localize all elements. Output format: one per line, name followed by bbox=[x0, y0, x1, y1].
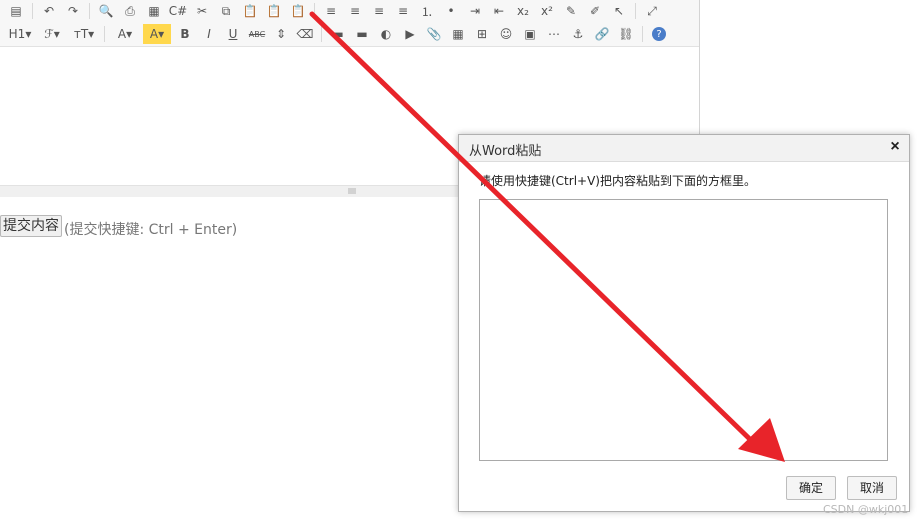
subscript-icon[interactable]: x₂ bbox=[513, 1, 533, 21]
flash-icon[interactable]: ◐ bbox=[376, 24, 396, 44]
page-break-icon[interactable]: ⋯ bbox=[544, 24, 564, 44]
toolbar-row-2: H1▾ ℱ▾ ᴛT▾ A▾ A▾ B I U ABC ⇕ ⌫ ▬ ▬ ◐ ▶ 📎 ▦ ⊞ ☺ ▣ ⋯ ⚓ 🔗 ⛓? bbox=[4, 23, 671, 45]
eraser-icon[interactable]: ⌫ bbox=[295, 24, 315, 44]
italic-icon[interactable]: I bbox=[199, 24, 219, 44]
unlink-icon[interactable]: ⛓ bbox=[616, 24, 636, 44]
watermark: CSDN @wkj001 bbox=[823, 503, 909, 516]
horizontal-rule-icon[interactable]: ▬ bbox=[328, 24, 348, 44]
insert-row-icon[interactable]: ⊞ bbox=[472, 24, 492, 44]
print-icon[interactable]: ⎙ bbox=[120, 1, 140, 21]
superscript-icon[interactable]: x² bbox=[537, 1, 557, 21]
toolbar-separator bbox=[321, 26, 322, 42]
cancel-button[interactable]: 取消 bbox=[847, 476, 897, 500]
select-all-icon[interactable]: ↖ bbox=[609, 1, 629, 21]
redo-icon[interactable]: ↷ bbox=[63, 1, 83, 21]
copy-icon[interactable]: ⧉ bbox=[216, 1, 236, 21]
paste-word-icon[interactable]: 📋 bbox=[288, 1, 308, 21]
toolbar-separator bbox=[104, 26, 105, 42]
table-icon[interactable]: ▦ bbox=[448, 24, 468, 44]
dialog-instruction: 请使用快捷键(Ctrl+V)把内容粘贴到下面的方框里。 bbox=[479, 174, 756, 188]
unordered-list-icon[interactable]: • bbox=[441, 1, 461, 21]
align-right-icon[interactable]: ≡ bbox=[369, 1, 389, 21]
strikethrough-icon[interactable]: ABC bbox=[247, 24, 267, 44]
heading-dropdown[interactable]: H1▾ bbox=[6, 24, 34, 44]
fullscreen-icon[interactable]: ⤢ bbox=[642, 1, 662, 21]
dialog-title-bar[interactable]: 从Word粘贴 × bbox=[459, 135, 909, 162]
anchor-icon[interactable]: ⚓ bbox=[568, 24, 588, 44]
anchor-line-icon[interactable]: ▬ bbox=[352, 24, 372, 44]
underline-icon[interactable]: U bbox=[223, 24, 243, 44]
align-justify-icon[interactable]: ≡ bbox=[393, 1, 413, 21]
emoticon-icon[interactable]: ☺ bbox=[496, 24, 516, 44]
undo-icon[interactable]: ↶ bbox=[39, 1, 59, 21]
ordered-list-icon[interactable]: ⒈ bbox=[417, 1, 437, 21]
submit-shortcut-hint: (提交快捷键: Ctrl + Enter) bbox=[64, 222, 238, 238]
code-icon[interactable]: C# bbox=[168, 1, 188, 21]
image-icon[interactable]: ▣ bbox=[520, 24, 540, 44]
toolbar-separator bbox=[32, 3, 33, 19]
toolbar-separator bbox=[642, 26, 643, 42]
quick-format-icon[interactable]: ✐ bbox=[585, 1, 605, 21]
toolbar-row-1: ▤ ↶ ↷ 🔍 ⎙ ▦ C# ✂ ⧉ 📋 📋 📋 ≡ ≡ ≡ ≡ ⒈ • ⇥ ⇤ x₂ x² ✎ ✐ ↖ ⤢ bbox=[4, 0, 664, 22]
align-center-icon[interactable]: ≡ bbox=[345, 1, 365, 21]
align-left-icon[interactable]: ≡ bbox=[321, 1, 341, 21]
font-color-dropdown[interactable]: A▾ bbox=[111, 24, 139, 44]
toolbar-separator bbox=[89, 3, 90, 19]
paste-plain-icon[interactable]: 📋 bbox=[264, 1, 284, 21]
template-icon[interactable]: ▦ bbox=[144, 1, 164, 21]
confirm-button[interactable]: 确定 bbox=[786, 476, 836, 500]
attachment-icon[interactable]: 📎 bbox=[424, 24, 444, 44]
font-size-dropdown[interactable]: ᴛT▾ bbox=[70, 24, 98, 44]
paste-icon[interactable]: 📋 bbox=[240, 1, 260, 21]
link-icon[interactable]: 🔗 bbox=[592, 24, 612, 44]
toolbar-separator bbox=[314, 3, 315, 19]
preview-icon[interactable]: 🔍 bbox=[96, 1, 116, 21]
resize-grip-icon bbox=[348, 188, 356, 194]
indent-icon[interactable]: ⇥ bbox=[465, 1, 485, 21]
outdent-icon[interactable]: ⇤ bbox=[489, 1, 509, 21]
editor-toolbar: ▤ ↶ ↷ 🔍 ⎙ ▦ C# ✂ ⧉ 📋 📋 📋 ≡ ≡ ≡ ≡ ⒈ • ⇥ ⇤ x₂ x² ✎ ✐ ↖ ⤢ H1▾ ℱ▾ ᴛT▾ A▾… bbox=[0, 0, 699, 47]
bold-icon[interactable]: B bbox=[175, 24, 195, 44]
clear-format-icon[interactable]: ✎ bbox=[561, 1, 581, 21]
cut-icon[interactable]: ✂ bbox=[192, 1, 212, 21]
font-family-dropdown[interactable]: ℱ▾ bbox=[38, 24, 66, 44]
line-height-icon[interactable]: ⇕ bbox=[271, 24, 291, 44]
help-icon[interactable]: ? bbox=[652, 27, 666, 41]
media-icon[interactable]: ▶ bbox=[400, 24, 420, 44]
close-icon[interactable]: × bbox=[887, 139, 903, 155]
toolbar-separator bbox=[635, 3, 636, 19]
submit-content-button[interactable]: 提交内容 bbox=[0, 215, 62, 237]
paste-target-area[interactable] bbox=[479, 199, 888, 461]
dialog-title: 从Word粘贴 bbox=[469, 144, 542, 159]
paste-from-word-dialog: 从Word粘贴 × 请使用快捷键(Ctrl+V)把内容粘贴到下面的方框里。 确定… bbox=[458, 134, 910, 512]
highlight-color-dropdown[interactable]: A▾ bbox=[143, 24, 171, 44]
source-icon[interactable]: ▤ bbox=[6, 1, 26, 21]
